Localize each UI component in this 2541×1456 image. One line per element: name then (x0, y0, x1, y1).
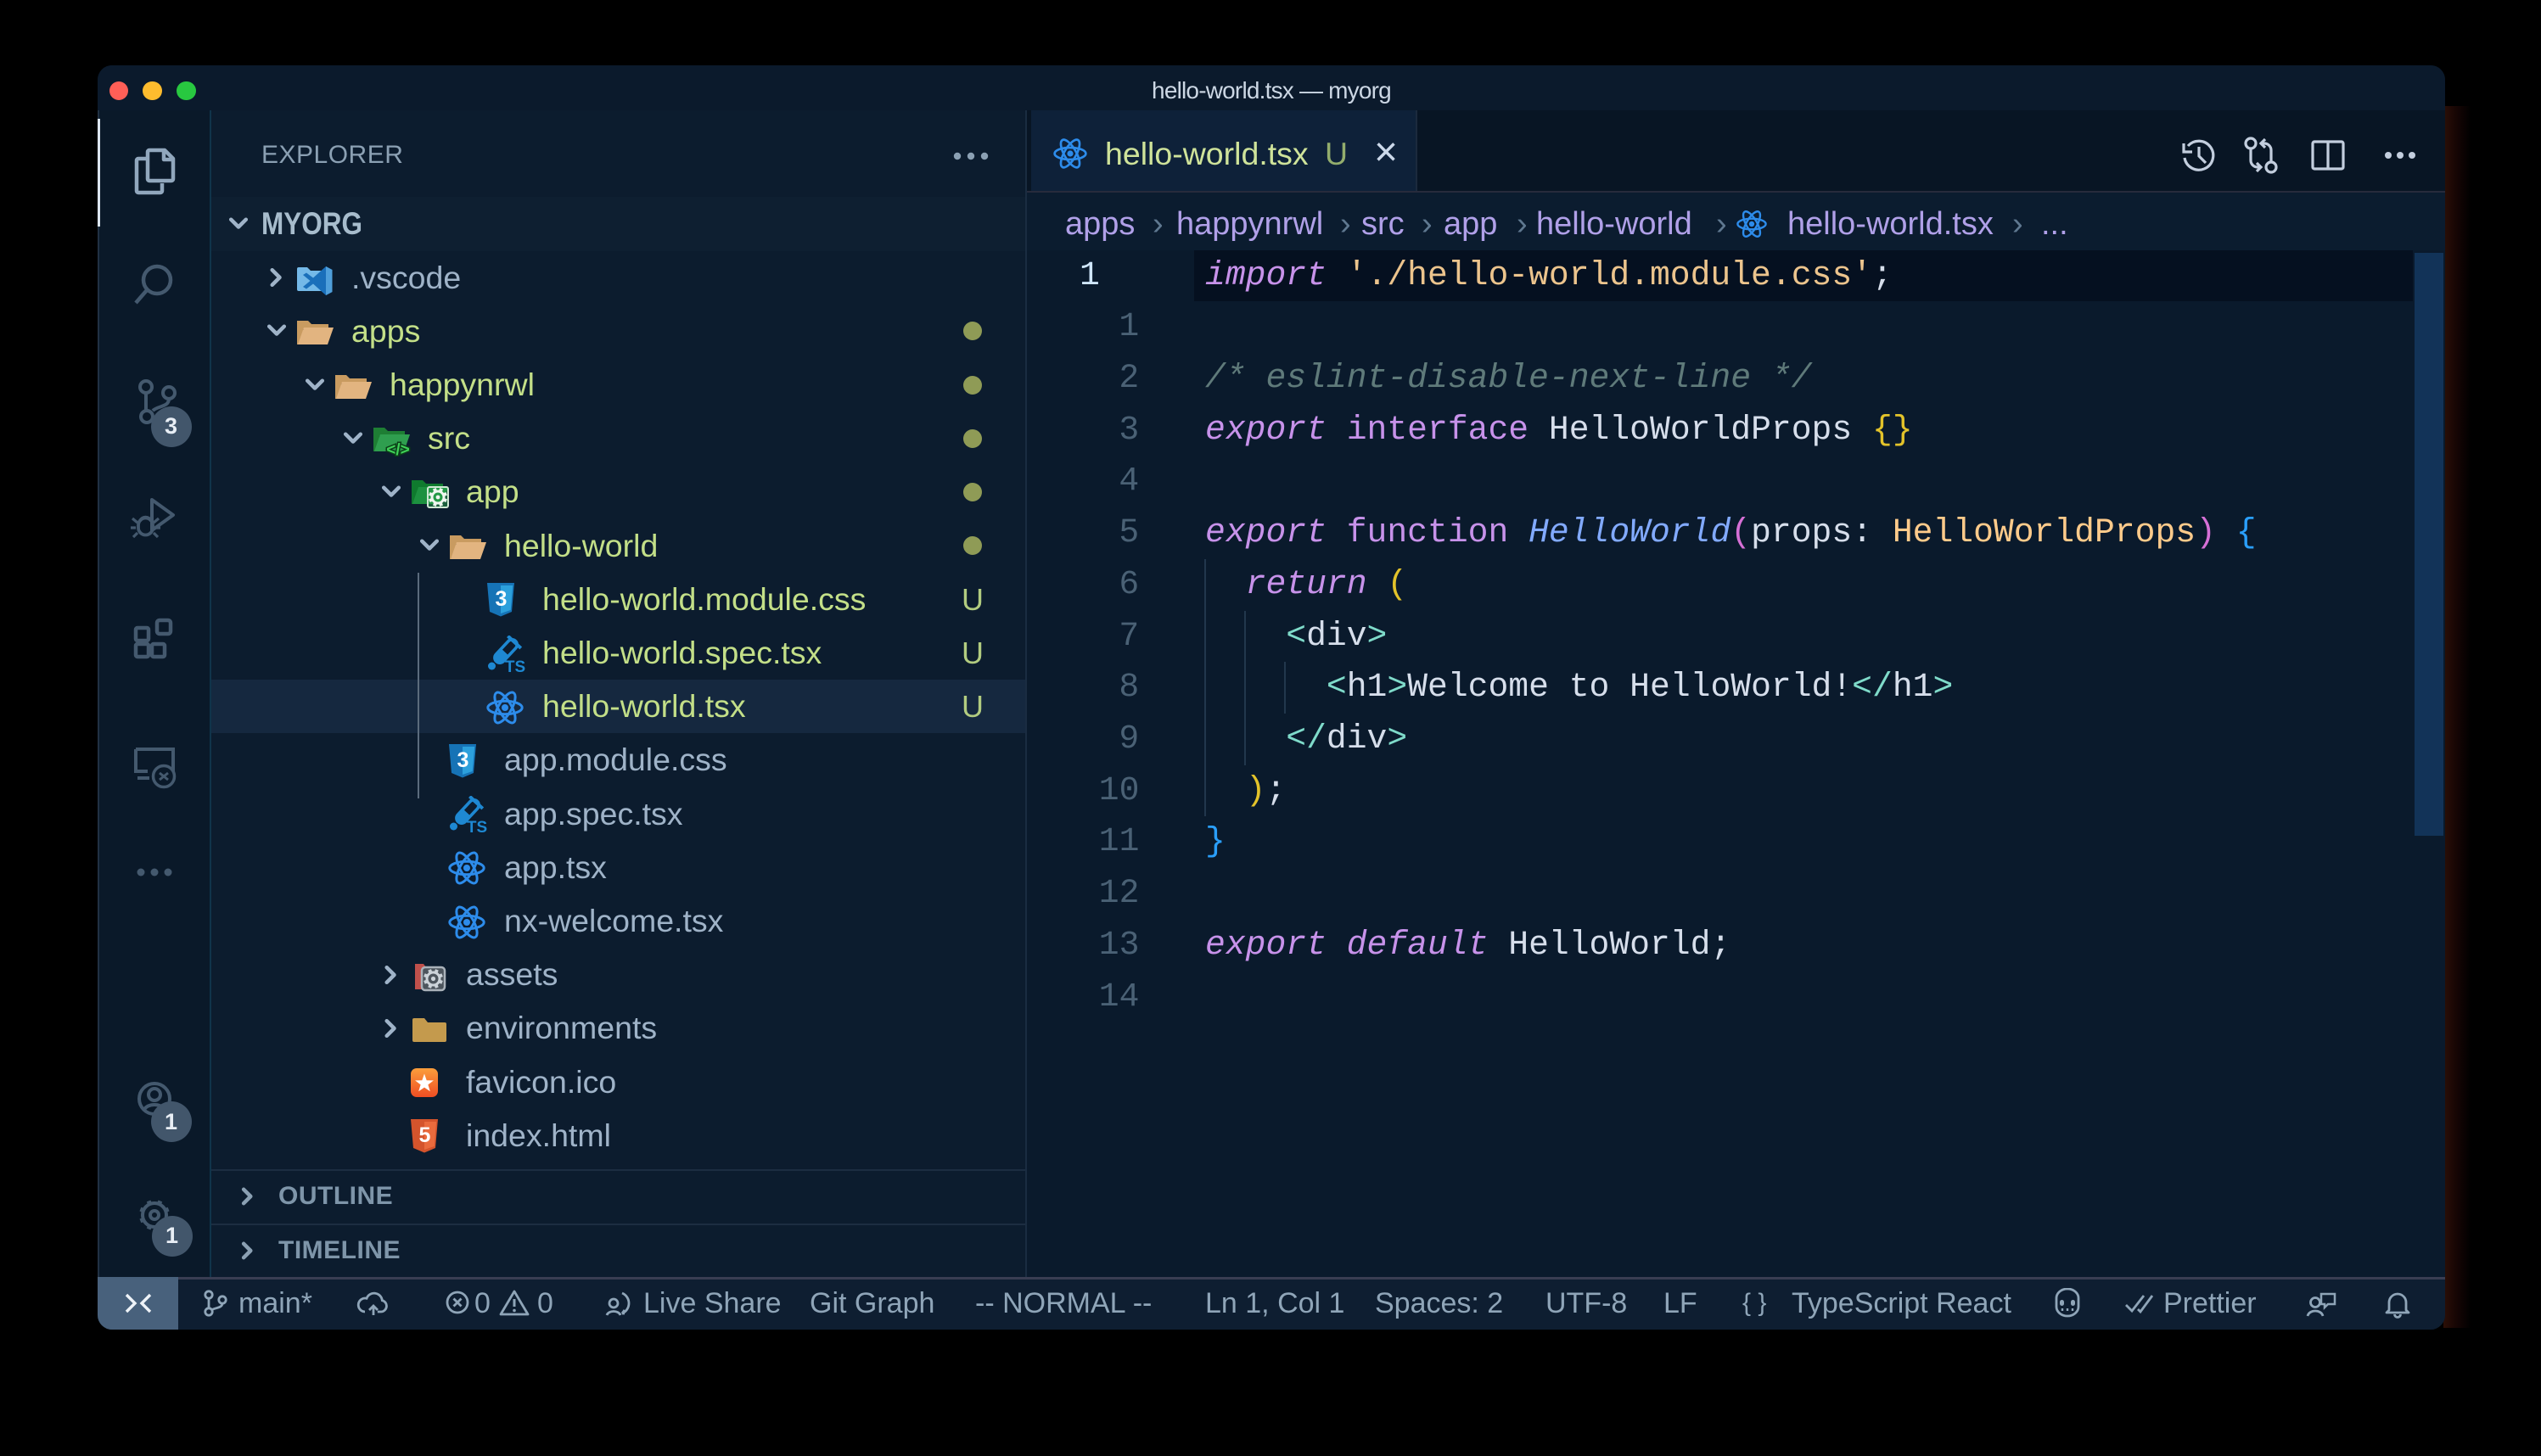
svg-text:TS: TS (467, 819, 487, 833)
svg-text:3: 3 (457, 748, 469, 772)
svg-text:3: 3 (496, 587, 508, 611)
svg-text:</>: </> (386, 441, 409, 456)
svg-text:TS: TS (505, 658, 525, 673)
svg-text:5: 5 (419, 1123, 431, 1147)
